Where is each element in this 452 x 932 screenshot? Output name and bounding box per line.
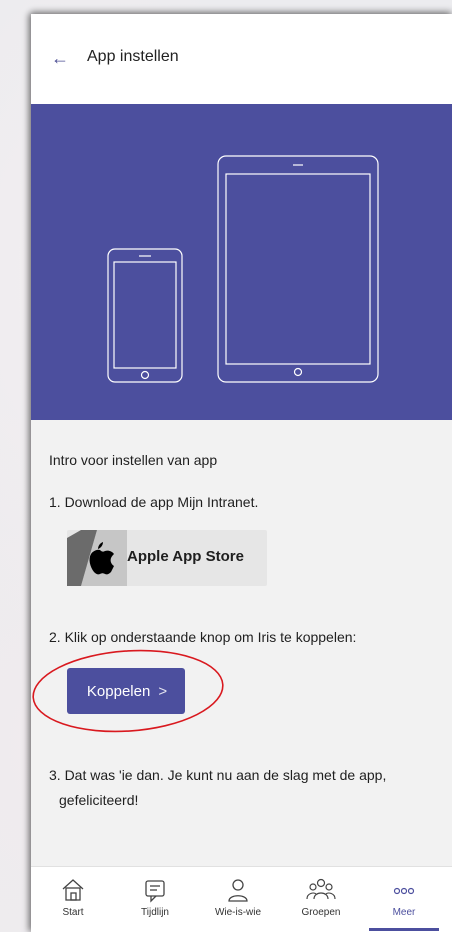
person-icon — [228, 879, 248, 902]
arrow-left-icon[interactable]: ← — [51, 48, 69, 68]
tab-label: Tijdlijn — [141, 907, 169, 918]
tab-wie-is-wie[interactable]: Wie-is-wie — [203, 877, 273, 918]
apple-icon — [67, 530, 127, 586]
intro-text: Intro voor instellen van app — [49, 452, 218, 468]
tab-groepen[interactable]: Groepen — [286, 877, 356, 918]
tab-label: Wie-is-wie — [214, 907, 262, 918]
bottom-tab-bar: Start Tijdlijn Wie-is-wie Groepen Meer — [31, 866, 452, 932]
page-title: App instellen — [87, 48, 179, 65]
devices-illustration — [107, 155, 379, 383]
app-screen: ← App instellen Intro voor instellen van… — [31, 14, 452, 932]
tab-meer[interactable]: Meer — [369, 877, 439, 918]
groups-icon — [306, 878, 336, 900]
store-button-label: Apple App Store — [127, 548, 244, 565]
koppelen-label: Koppelen — [86, 682, 151, 700]
header: ← App instellen — [31, 14, 452, 104]
step-2-text: 2. Klik op onderstaande knop om Iris te … — [49, 629, 357, 645]
apple-app-store-button[interactable]: Apple App Store — [67, 530, 267, 586]
hero-illustration — [31, 104, 452, 420]
step-3-text-line2: gefeliciteerd! — [59, 792, 139, 808]
tab-label: Start — [62, 907, 84, 918]
timeline-icon — [145, 880, 165, 903]
step-3-text-line1: 3. Dat was 'ie dan. Je kunt nu aan de sl… — [49, 767, 387, 783]
tab-label: Meer — [392, 907, 416, 918]
tab-tijdlijn[interactable]: Tijdlijn — [120, 877, 190, 918]
active-tab-indicator — [369, 928, 439, 931]
step-1-text: 1. Download de app Mijn Intranet. — [49, 494, 259, 510]
tab-start[interactable]: Start — [38, 877, 108, 918]
home-icon — [62, 879, 84, 901]
koppelen-button[interactable]: Koppelen > — [67, 668, 185, 714]
chevron-right-icon: > — [158, 682, 168, 700]
tab-label: Groepen — [301, 907, 341, 918]
more-icon — [393, 887, 415, 895]
